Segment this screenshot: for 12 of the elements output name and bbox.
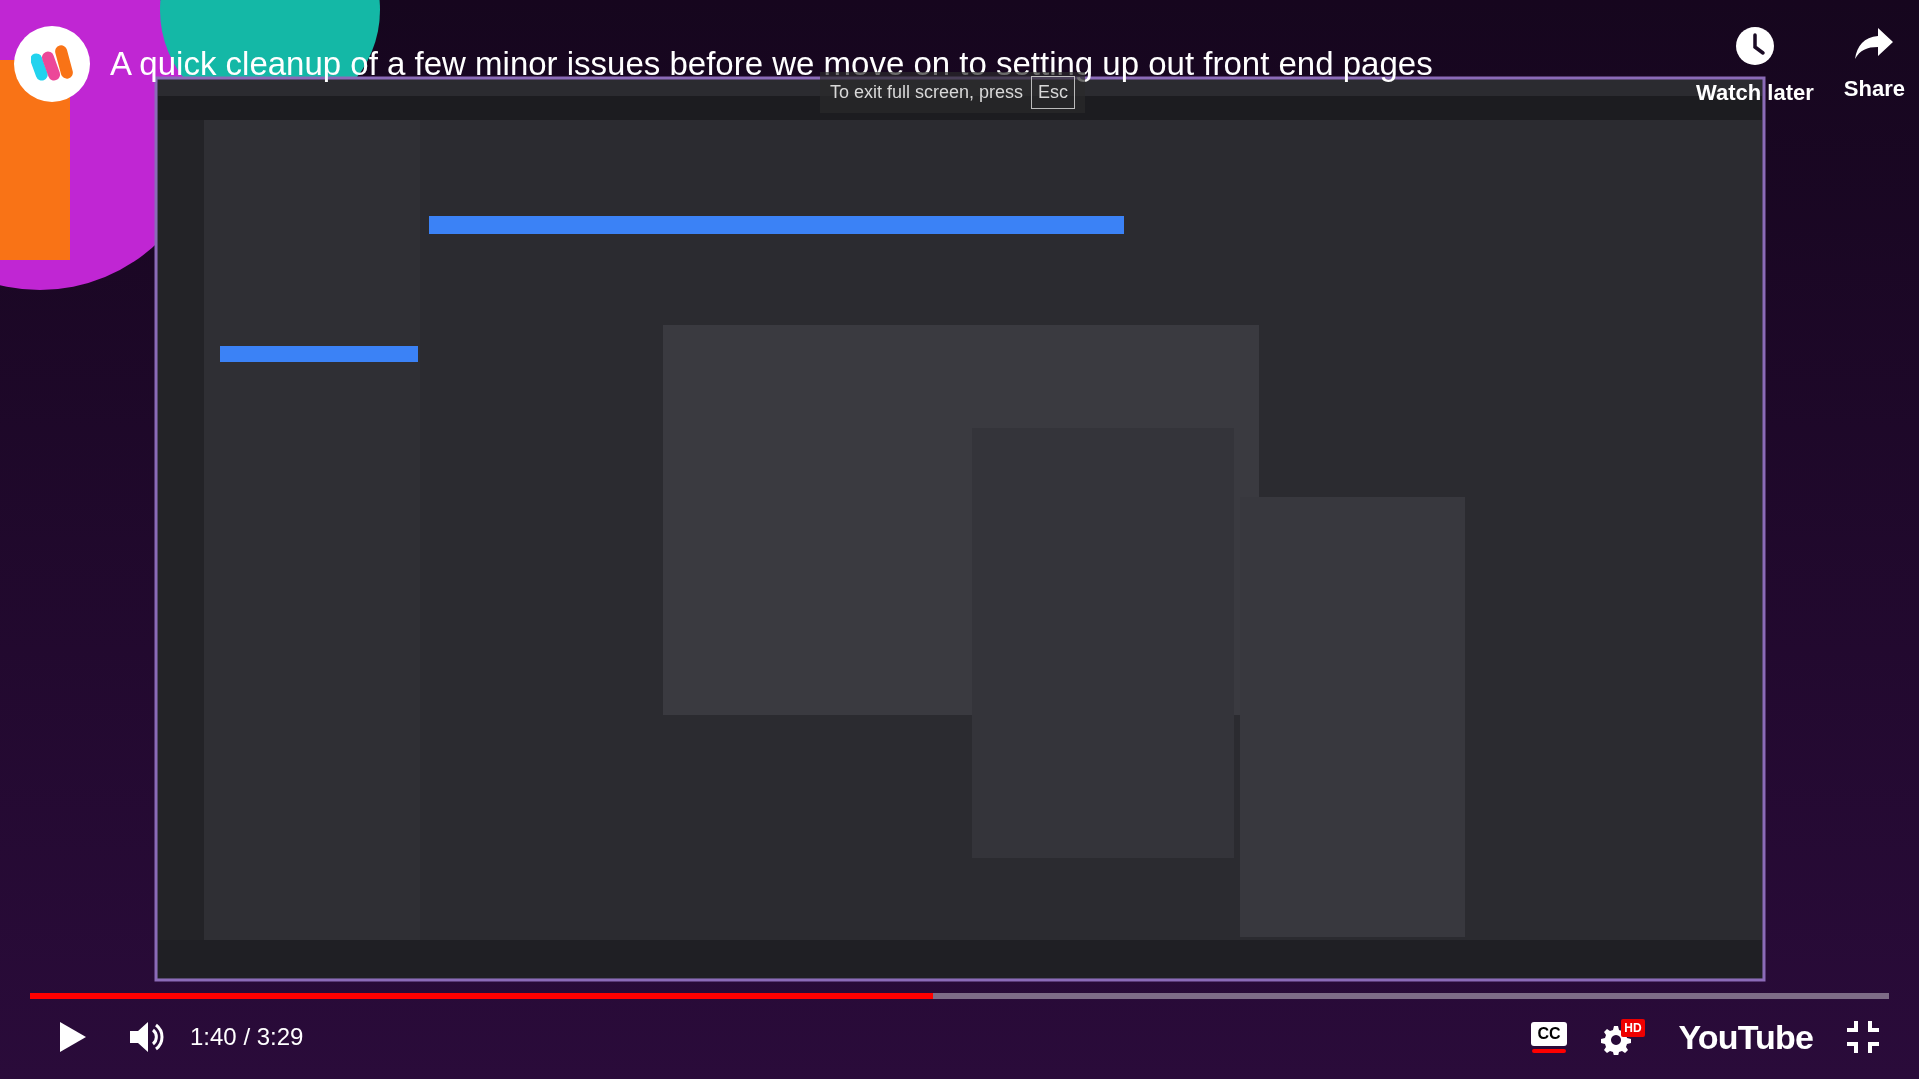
time-display: 1:40 / 3:29 <box>190 1022 304 1052</box>
progress-track[interactable] <box>30 993 1889 999</box>
share-button[interactable]: Share <box>1843 26 1905 109</box>
esc-key: Esc <box>1031 76 1076 109</box>
watch-later-button[interactable]: Watch later <box>1696 26 1814 109</box>
youtube-logo[interactable]: YouTube <box>1678 1011 1813 1063</box>
hd-badge: HD <box>1621 1019 1645 1037</box>
volume-icon[interactable] <box>130 1020 166 1054</box>
toast-text: To exit full screen, press <box>830 82 1024 104</box>
play-icon[interactable] <box>60 1022 86 1052</box>
exit-fullscreen-icon[interactable] <box>1847 1021 1879 1053</box>
clock-icon <box>1734 26 1775 66</box>
